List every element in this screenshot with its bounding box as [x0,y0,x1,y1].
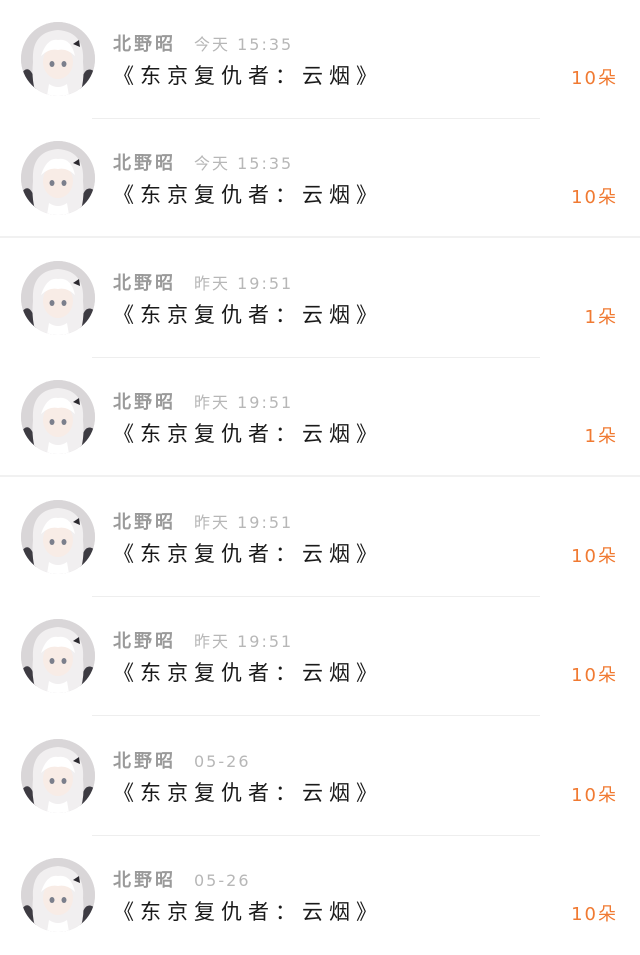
flower-count: 1朵 [584,307,618,328]
avatar[interactable] [21,500,95,574]
book-title[interactable]: 《东京复仇者：云烟》 [113,538,383,568]
timestamp: 05-26 [194,752,251,771]
anime-girl-avatar-icon [21,141,95,215]
list-item[interactable]: 北野昭 今天 15:35 《东京复仇者：云烟》 10朵 [0,119,640,238]
list-item[interactable]: 北野昭 昨天 19:51 《东京复仇者：云烟》 10朵 [0,597,640,716]
list-item[interactable]: 北野昭 昨天 19:51 《东京复仇者：云烟》 10朵 [0,478,640,597]
anime-girl-avatar-icon [21,858,95,932]
timestamp: 05-26 [194,871,251,890]
timestamp: 昨天 19:51 [194,393,294,412]
anime-girl-avatar-icon [21,261,95,335]
avatar[interactable] [21,619,95,693]
book-title[interactable]: 《东京复仇者：云烟》 [113,896,383,926]
anime-girl-avatar-icon [21,380,95,454]
flower-count: 10朵 [571,68,618,89]
record-meta: 北野昭 05-26 [113,747,251,775]
flower-count: 10朵 [571,187,618,208]
book-title[interactable]: 《东京复仇者：云烟》 [113,60,383,90]
user-name[interactable]: 北野昭 [113,508,176,534]
book-title[interactable]: 《东京复仇者：云烟》 [113,657,383,687]
user-name[interactable]: 北野昭 [113,30,176,56]
anime-girl-avatar-icon [21,619,95,693]
record-meta: 北野昭 今天 15:35 [113,149,293,177]
book-title[interactable]: 《东京复仇者：云烟》 [113,179,383,209]
avatar[interactable] [21,22,95,96]
list-item[interactable]: 北野昭 05-26 《东京复仇者：云烟》 10朵 [0,836,640,955]
record-meta: 北野昭 今天 15:35 [113,30,293,58]
avatar[interactable] [21,739,95,813]
list-item[interactable]: 北野昭 今天 15:35 《东京复仇者：云烟》 10朵 [0,0,640,119]
avatar[interactable] [21,380,95,454]
book-title[interactable]: 《东京复仇者：云烟》 [113,777,383,807]
user-name[interactable]: 北野昭 [113,388,176,414]
avatar[interactable] [21,261,95,335]
record-meta: 北野昭 05-26 [113,866,251,894]
anime-girl-avatar-icon [21,739,95,813]
list-item[interactable]: 北野昭 05-26 《东京复仇者：云烟》 10朵 [0,717,640,836]
record-meta: 北野昭 昨天 19:51 [113,269,293,297]
divider [92,715,540,716]
timestamp: 今天 15:35 [194,154,294,173]
divider [0,236,640,238]
gift-record-list: 北野昭 今天 15:35 《东京复仇者：云烟》 10朵 北野昭 今天 15:35… [0,0,640,955]
timestamp: 昨天 19:51 [194,632,294,651]
user-name[interactable]: 北野昭 [113,269,176,295]
flower-count: 1朵 [584,426,618,447]
flower-count: 10朵 [571,904,618,925]
record-meta: 北野昭 昨天 19:51 [113,508,293,536]
user-name[interactable]: 北野昭 [113,866,176,892]
user-name[interactable]: 北野昭 [113,149,176,175]
record-meta: 北野昭 昨天 19:51 [113,388,293,416]
book-title[interactable]: 《东京复仇者：云烟》 [113,299,383,329]
user-name[interactable]: 北野昭 [113,627,176,653]
list-item[interactable]: 北野昭 昨天 19:51 《东京复仇者：云烟》 1朵 [0,239,640,358]
flower-count: 10朵 [571,665,618,686]
timestamp: 昨天 19:51 [194,274,294,293]
anime-girl-avatar-icon [21,500,95,574]
book-title[interactable]: 《东京复仇者：云烟》 [113,418,383,448]
list-item[interactable]: 北野昭 昨天 19:51 《东京复仇者：云烟》 1朵 [0,358,640,477]
avatar[interactable] [21,141,95,215]
divider [0,475,640,477]
timestamp: 今天 15:35 [194,35,294,54]
timestamp: 昨天 19:51 [194,513,294,532]
flower-count: 10朵 [571,546,618,567]
record-meta: 北野昭 昨天 19:51 [113,627,293,655]
user-name[interactable]: 北野昭 [113,747,176,773]
avatar[interactable] [21,858,95,932]
anime-girl-avatar-icon [21,22,95,96]
flower-count: 10朵 [571,785,618,806]
